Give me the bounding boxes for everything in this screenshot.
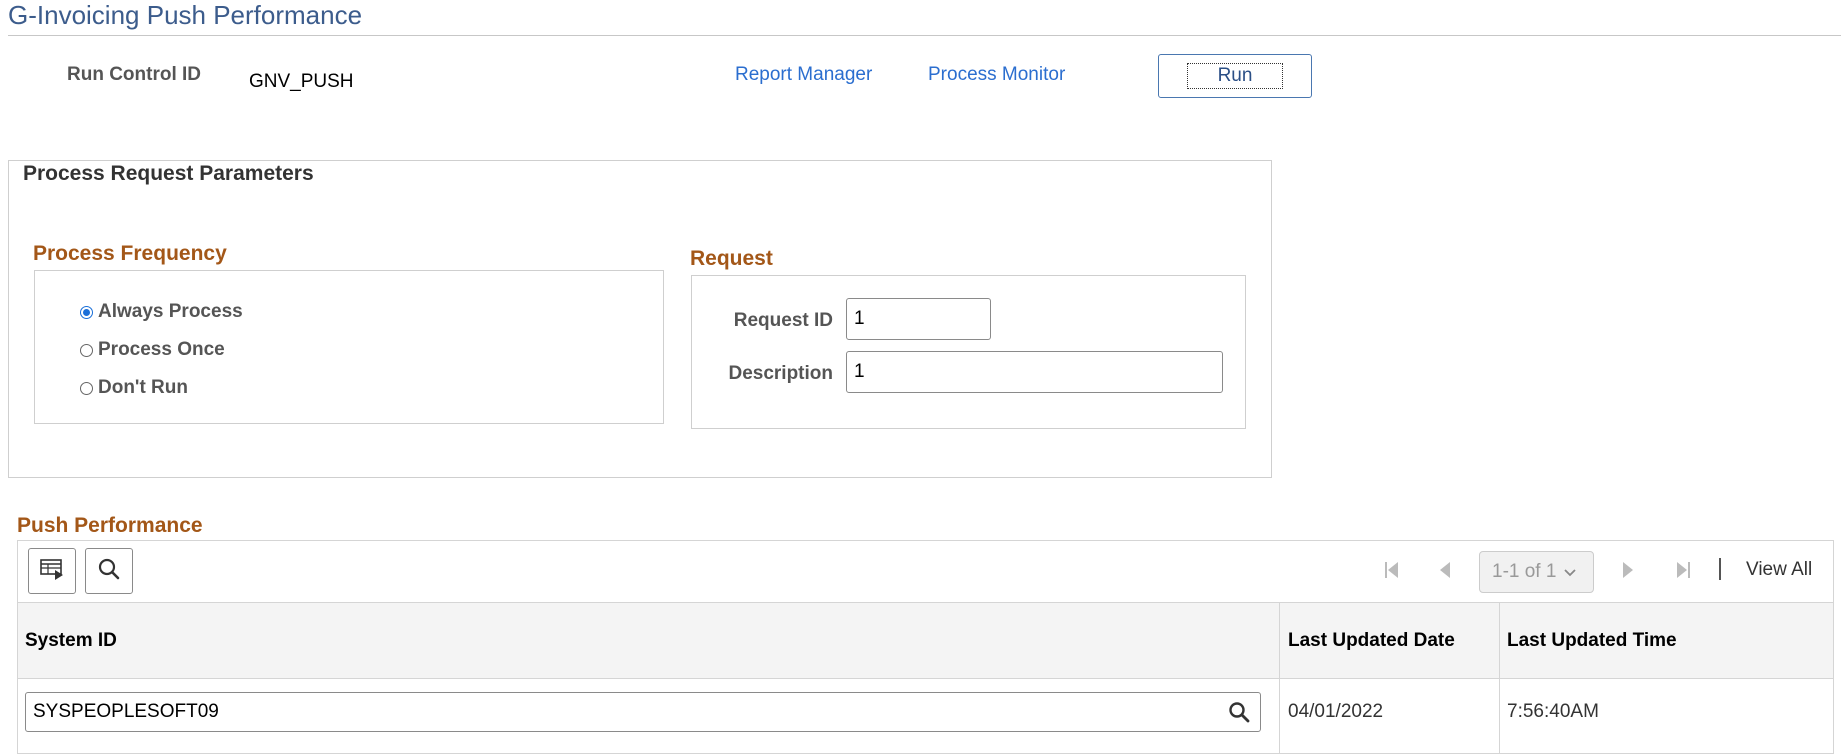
system-id-value: SYSPEOPLESOFT09 [33,701,219,722]
next-page-icon[interactable] [1616,558,1640,582]
chevron-down-icon [1564,561,1577,583]
pager-separator [1719,558,1721,580]
column-header-last-updated-date[interactable]: Last Updated Date [1288,630,1455,652]
radio-label: Process Once [98,339,225,360]
radio-process-once[interactable]: Process Once [80,339,225,361]
grid-personalize-icon [40,558,64,585]
system-id-input[interactable]: SYSPEOPLESOFT09 [25,692,1261,732]
radio-dont-run[interactable]: Don't Run [80,377,188,399]
radio-button[interactable] [80,381,93,395]
column-header-last-updated-time[interactable]: Last Updated Time [1507,630,1677,652]
find-in-grid-button[interactable] [85,548,133,594]
column-divider [1499,602,1500,754]
request-id-input[interactable]: 1 [846,298,991,340]
pager-range-text: 1-1 of 1 [1492,561,1557,582]
run-control-id-value: GNV_PUSH [249,71,354,92]
process-request-parameters-title: Process Request Parameters [23,162,314,185]
run-button[interactable]: Run [1158,54,1312,98]
search-icon [98,558,120,585]
last-page-icon[interactable] [1671,558,1695,582]
column-header-system-id[interactable]: System ID [25,630,117,652]
previous-page-icon[interactable] [1433,558,1457,582]
run-button-label: Run [1186,63,1284,89]
radio-label: Always Process [98,301,243,322]
request-id-label: Request ID [733,310,833,331]
process-monitor-link[interactable]: Process Monitor [928,64,1065,86]
last-updated-time-cell: 7:56:40AM [1507,701,1599,722]
report-manager-link[interactable]: Report Manager [735,64,872,86]
request-id-value: 1 [854,308,865,329]
run-control-id-label: Run Control ID [67,64,202,85]
description-label: Description [728,363,833,384]
radio-always-process[interactable]: Always Process [80,301,243,323]
title-divider [8,35,1841,36]
radio-button-checked[interactable] [80,305,93,319]
personalize-grid-button[interactable] [28,548,76,594]
request-section-title: Request [690,247,773,270]
column-divider [1279,602,1280,754]
first-page-icon[interactable] [1380,558,1404,582]
push-performance-title: Push Performance [17,514,203,537]
radio-button[interactable] [80,343,93,357]
radio-label: Don't Run [98,377,188,398]
description-value: 1 [854,361,865,382]
page-title: G-Invoicing Push Performance [8,0,363,30]
description-input[interactable]: 1 [846,351,1223,393]
last-updated-date-cell: 04/01/2022 [1288,701,1384,722]
process-frequency-title: Process Frequency [33,242,227,265]
view-all-link[interactable]: View All [1746,559,1812,581]
lookup-search-icon[interactable] [1228,701,1250,729]
pager-range-select[interactable]: 1-1 of 1 [1479,551,1594,593]
